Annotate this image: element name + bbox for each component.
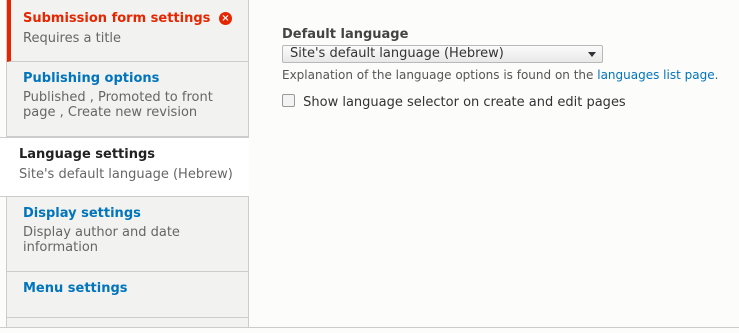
checkbox-label: Show language selector on create and edi… — [303, 95, 626, 110]
tab-summary-line-1: Published , Promoted to front — [23, 90, 213, 105]
description-end: . — [714, 68, 719, 82]
error-icon: × — [219, 12, 232, 25]
default-language-select[interactable]: Site's default language (Hebrew) — [282, 45, 603, 63]
tab-title: Publishing options — [23, 71, 160, 86]
tab-summary: Requires a title — [23, 31, 122, 46]
language-description: Explanation of the language options is f… — [282, 68, 718, 82]
tab-summary-line-1: Display author and date — [23, 225, 180, 240]
tab-title: Display settings — [23, 206, 141, 221]
tab-title: Menu settings — [23, 281, 128, 296]
tab-publishing-options[interactable]: Publishing options Published , Promoted … — [7, 62, 248, 137]
tab-title: Language settings — [19, 147, 156, 162]
vertical-tabs-frame: Submission form settings Requires a titl… — [0, 0, 739, 328]
tab-submission-form-settings[interactable]: Submission form settings Requires a titl… — [7, 0, 248, 62]
languages-list-page-link[interactable]: languages list page — [597, 68, 714, 82]
tab-title: Submission form settings — [23, 11, 211, 26]
description-text: Explanation of the language options is f… — [282, 68, 594, 82]
tab-display-settings[interactable]: Display settings Display author and date… — [7, 197, 248, 272]
tab-summary-line-2: information — [23, 240, 99, 255]
tab-summary-line-2: page , Create new revision — [23, 105, 198, 120]
tab-summary: Site's default language (Hebrew) — [19, 167, 233, 182]
vertical-tabs-menu: Submission form settings Requires a titl… — [0, 0, 249, 327]
select-value: Site's default language (Hebrew) — [290, 46, 504, 61]
default-language-label: Default language — [282, 27, 409, 42]
language-selector-checkbox[interactable] — [282, 94, 295, 107]
tab-menu-settings[interactable]: Menu settings — [7, 272, 248, 318]
language-selector-checkbox-row[interactable]: Show language selector on create and edi… — [282, 94, 626, 110]
chevron-down-icon — [588, 52, 596, 57]
tab-language-settings[interactable]: Language settings Site's default languag… — [0, 137, 249, 197]
